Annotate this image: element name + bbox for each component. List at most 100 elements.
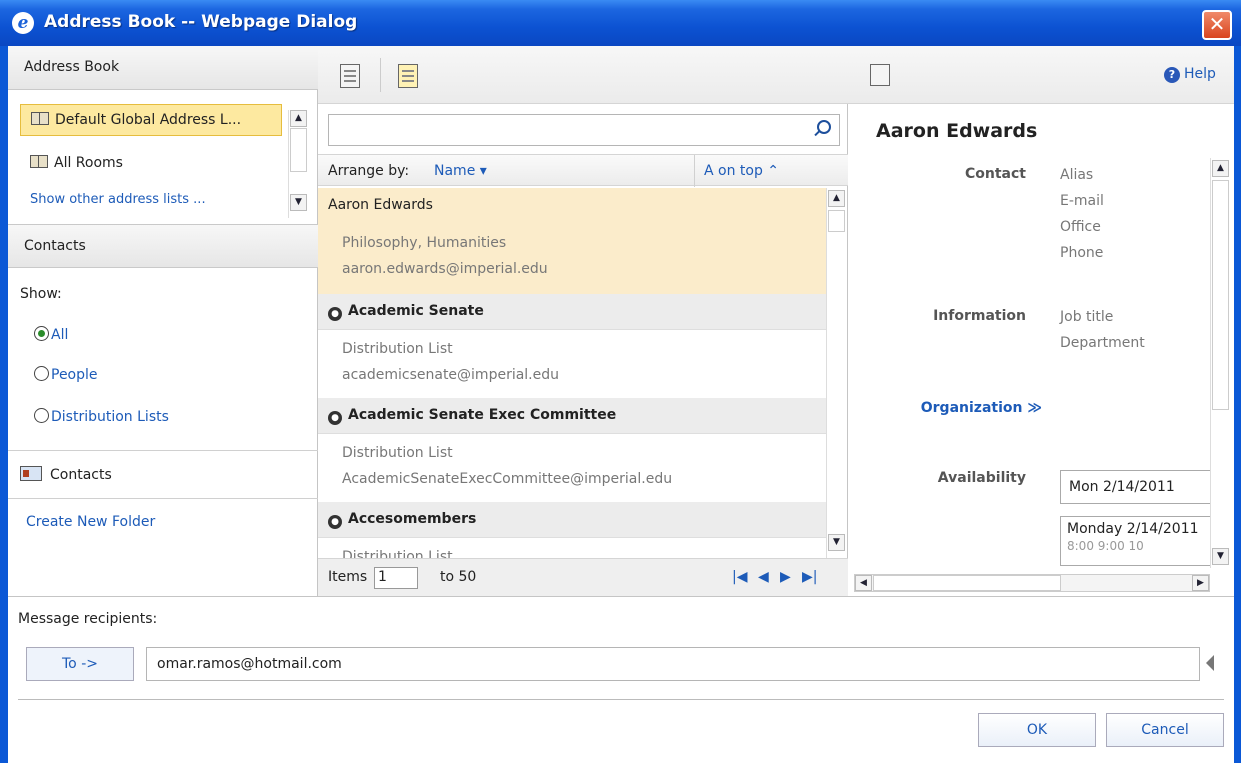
- scroll-up-icon[interactable]: ▲: [290, 110, 307, 127]
- close-button[interactable]: ✕: [1202, 10, 1232, 40]
- scroll-thumb[interactable]: [1212, 180, 1229, 410]
- last-page-icon[interactable]: ▶|: [802, 569, 817, 585]
- paging-bar: Items 1 to 50 |◀ ◀ ▶ ▶|: [318, 558, 848, 596]
- arrange-by-label: Arrange by:: [328, 163, 410, 179]
- result-name: Academic Senate Exec Committee: [348, 407, 617, 423]
- search-input[interactable]: [328, 114, 840, 146]
- divider: [8, 498, 318, 499]
- radio-label: Distribution Lists: [51, 409, 169, 425]
- arrange-by-bar: Arrange by: Name ▾ A on top ⌃: [318, 154, 848, 187]
- scroll-up-icon[interactable]: ▲: [1212, 160, 1229, 177]
- contact-fields: Alias E-mail Office Phone: [1060, 162, 1104, 266]
- create-new-folder-link[interactable]: Create New Folder: [26, 514, 155, 530]
- radio-icon: [34, 408, 49, 423]
- address-list-label: Default Global Address L...: [55, 112, 242, 128]
- show-all-radio[interactable]: All: [34, 326, 68, 343]
- result-line2: academicsenate@imperial.edu: [342, 367, 560, 383]
- left-pane: Address Book Default Global Address L...…: [8, 46, 318, 596]
- address-list-scrollbar[interactable]: ▲ ▼: [288, 110, 308, 218]
- address-list-item-default-global[interactable]: Default Global Address L...: [20, 104, 282, 136]
- distribution-list-icon: ●: [328, 515, 342, 529]
- availability-date-picker[interactable]: Mon 2/14/2011: [1060, 470, 1220, 504]
- list-view-icon[interactable]: [340, 64, 360, 88]
- to-button[interactable]: To ->: [26, 647, 134, 681]
- scroll-down-icon[interactable]: ▼: [1212, 548, 1229, 565]
- organization-expander[interactable]: Organization ≫: [892, 400, 1042, 416]
- contact-name: Aaron Edwards: [876, 120, 1038, 142]
- result-line2: aaron.edwards@imperial.edu: [342, 261, 548, 277]
- address-book-header: Address Book: [8, 46, 318, 90]
- address-list-label: All Rooms: [54, 155, 123, 171]
- add-contact-icon[interactable]: [398, 64, 418, 88]
- contacts-header: Contacts: [8, 224, 318, 268]
- collapse-arrow-icon[interactable]: [1206, 655, 1214, 671]
- scroll-thumb[interactable]: [828, 210, 845, 232]
- results-list: Aaron Edwards Philosophy, Humanities aar…: [318, 188, 826, 558]
- result-name: Aaron Edwards: [318, 188, 826, 224]
- toolbar-divider: [380, 58, 381, 92]
- scroll-thumb[interactable]: [290, 128, 307, 172]
- cancel-button[interactable]: Cancel: [1106, 713, 1224, 747]
- dialog-window: e Address Book -- Webpage Dialog ✕ Addre…: [0, 0, 1241, 763]
- next-page-icon[interactable]: ▶: [780, 569, 791, 585]
- help-link[interactable]: ? Help: [1164, 66, 1216, 83]
- result-details: Distribution List AcademicSenateExecComm…: [318, 434, 826, 502]
- result-line2: AcademicSenateExecCommittee@imperial.edu: [342, 471, 673, 487]
- contacts-folder-item[interactable]: Contacts: [20, 466, 112, 483]
- recipients-area: Message recipients: To -> omar.ramos@hot…: [8, 596, 1234, 763]
- result-details: Distribution List: [318, 538, 826, 558]
- address-book-icon: [30, 155, 48, 168]
- details-horizontal-scrollbar[interactable]: ◀ ▶: [854, 574, 1210, 592]
- divider: [8, 450, 318, 451]
- scroll-down-icon[interactable]: ▼: [290, 194, 307, 211]
- result-header: ● Academic Senate: [318, 294, 826, 330]
- field-email: E-mail: [1060, 193, 1104, 209]
- address-list-item-all-rooms[interactable]: All Rooms: [20, 148, 282, 180]
- address-book-list: Default Global Address L... All Rooms Sh…: [8, 104, 318, 224]
- distribution-list-icon: ●: [328, 411, 342, 425]
- scroll-up-icon[interactable]: ▲: [828, 190, 845, 207]
- availability-schedule[interactable]: Monday 2/14/2011 8:00 9:00 10: [1060, 516, 1218, 566]
- result-line1: Distribution List: [342, 549, 453, 558]
- scroll-down-icon[interactable]: ▼: [828, 534, 845, 551]
- radio-label: All: [51, 327, 69, 343]
- information-fields: Job title Department: [1060, 304, 1145, 356]
- result-name: Accesomembers: [348, 511, 477, 527]
- show-distribution-lists-radio[interactable]: Distribution Lists: [34, 408, 169, 425]
- first-page-icon[interactable]: |◀: [732, 569, 747, 585]
- list-item[interactable]: ● Academic Senate Distribution List acade…: [318, 294, 826, 398]
- address-list-item-other[interactable]: Show other address lists ...: [20, 190, 282, 206]
- information-section-label: Information: [933, 308, 1026, 324]
- radio-selected-icon: [34, 326, 49, 341]
- window-title: Address Book -- Webpage Dialog: [44, 12, 358, 32]
- help-label: Help: [1184, 66, 1216, 82]
- list-item[interactable]: Aaron Edwards Philosophy, Humanities aar…: [318, 188, 826, 294]
- show-label: Show:: [20, 286, 62, 302]
- recipients-input[interactable]: omar.ramos@hotmail.com: [146, 647, 1200, 681]
- scroll-right-icon[interactable]: ▶: [1192, 575, 1209, 591]
- show-people-radio[interactable]: People: [34, 366, 98, 383]
- items-from-input[interactable]: 1: [374, 567, 418, 589]
- scroll-left-icon[interactable]: ◀: [855, 575, 872, 591]
- field-phone: Phone: [1060, 245, 1104, 261]
- list-item[interactable]: ● Academic Senate Exec Committee Distribu…: [318, 398, 826, 502]
- results-scrollbar[interactable]: ▲ ▼: [826, 188, 846, 558]
- recipients-label: Message recipients:: [18, 611, 158, 627]
- results-toolbar: [318, 46, 848, 104]
- arrange-divider: [694, 155, 695, 187]
- divider: [18, 699, 1224, 700]
- list-item[interactable]: ● Accesomembers Distribution List: [318, 502, 826, 558]
- result-details: Distribution List academicsenate@imperia…: [318, 330, 826, 398]
- sort-order-toggle[interactable]: A on top ⌃: [704, 163, 779, 179]
- result-header: ● Academic Senate Exec Committee: [318, 398, 826, 434]
- result-line1: Philosophy, Humanities: [342, 235, 507, 251]
- search-icon[interactable]: [817, 120, 831, 134]
- print-icon[interactable]: [870, 64, 890, 86]
- result-name: Academic Senate: [348, 303, 484, 319]
- scroll-thumb[interactable]: [873, 575, 1061, 591]
- ok-button[interactable]: OK: [978, 713, 1096, 747]
- previous-page-icon[interactable]: ◀: [758, 569, 769, 585]
- details-scrollbar[interactable]: ▲ ▼: [1210, 158, 1230, 568]
- details-toolbar: ? Help: [848, 46, 1234, 104]
- arrange-by-dropdown[interactable]: Name ▾: [434, 163, 487, 179]
